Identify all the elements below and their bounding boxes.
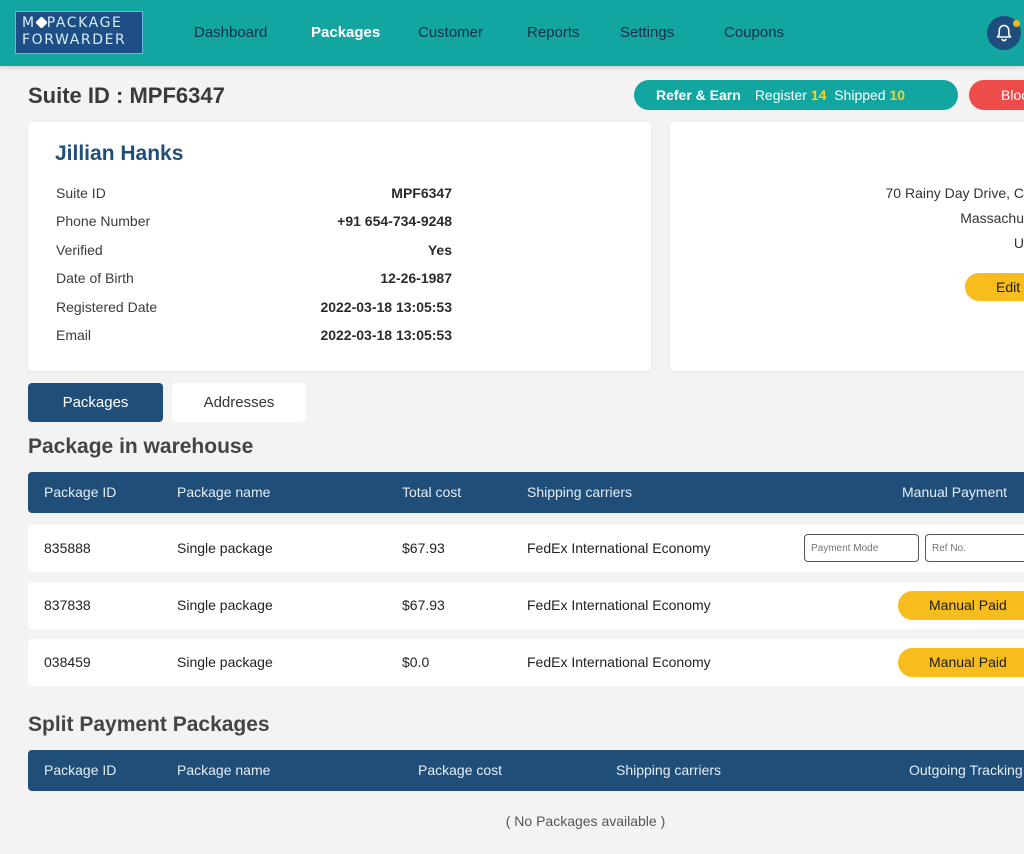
shipping-carrier: FedEx International Economy: [527, 597, 711, 613]
empty-state-message: ( No Packages available ): [505, 813, 666, 829]
info-row-suite-id: Suite ID MPF6347: [56, 185, 452, 205]
column-header: Package name: [177, 484, 271, 500]
package-id: 837838: [44, 597, 91, 613]
top-nav-bar: M PACKAGE FORWARDER Dashboard Packages Cu…: [0, 0, 1024, 66]
column-header: Package ID: [44, 484, 117, 500]
address-line-3: U: [1013, 235, 1024, 251]
edit-address-button[interactable]: Edit: [965, 273, 1024, 301]
total-cost: $0.0: [402, 654, 430, 670]
nav-reports[interactable]: Reports: [527, 24, 580, 41]
app-logo[interactable]: M PACKAGE FORWARDER: [15, 11, 143, 54]
tab-packages[interactable]: Packages: [28, 383, 163, 422]
column-header: Package ID: [44, 762, 117, 778]
table-row: 835888 Single package $67.93 FedEx Inter…: [28, 525, 1024, 572]
tab-addresses[interactable]: Addresses: [172, 383, 306, 422]
package-name: Single package: [177, 654, 273, 670]
logo-text: PACKAGE: [46, 15, 123, 31]
column-header: Package cost: [418, 762, 503, 778]
package-icon: [34, 16, 48, 29]
manual-paid-button[interactable]: Manual Paid: [898, 591, 1024, 620]
refer-earn-badge[interactable]: Refer & Earn Register 14 Shipped 10: [634, 80, 958, 110]
customer-name: Jillian Hanks: [55, 142, 184, 165]
info-value: Yes: [427, 242, 452, 258]
info-row-verified: Verified Yes: [56, 242, 452, 262]
nav-settings[interactable]: Settings: [620, 24, 674, 41]
info-row-registered-date: Registered Date 2022-03-18 13:05:53: [56, 299, 452, 319]
page-title: Suite ID : MPF6347: [28, 83, 225, 108]
ref-no-input[interactable]: [925, 534, 1024, 562]
bell-icon: [996, 24, 1012, 42]
warehouse-table-header: Package ID Package name Total cost Shipp…: [28, 472, 1024, 513]
info-label: Email: [56, 327, 92, 343]
info-value: +91 654-734-9248: [337, 213, 452, 229]
nav-customer[interactable]: Customer: [418, 24, 483, 41]
nav-coupons[interactable]: Coupons: [724, 24, 784, 41]
info-value: 2022-03-18 13:05:53: [320, 299, 452, 315]
package-name: Single package: [177, 540, 273, 556]
info-row-phone: Phone Number +91 654-734-9248: [56, 213, 452, 233]
customer-info-card: Jillian Hanks Suite ID MPF6347 Phone Num…: [28, 122, 651, 371]
info-label: Date of Birth: [56, 270, 134, 286]
info-label: Suite ID: [56, 185, 106, 201]
refer-earn-label: Refer & Earn: [656, 87, 741, 103]
warehouse-section-title: Package in warehouse: [28, 435, 254, 458]
register-label: Register: [754, 87, 807, 103]
column-header: Shipping carriers: [527, 484, 633, 500]
info-row-email: Email 2022-03-18 13:05:53: [56, 327, 452, 347]
block-button[interactable]: Block: [969, 80, 1024, 110]
info-value: 12-26-1987: [380, 270, 452, 286]
shipped-count: 10: [889, 87, 906, 103]
package-id: 835888: [44, 540, 91, 556]
manual-paid-button[interactable]: Manual Paid: [898, 648, 1024, 677]
info-label: Verified: [56, 242, 103, 258]
column-header: Manual Payment: [902, 484, 1008, 500]
total-cost: $67.93: [402, 540, 445, 556]
nav-dashboard[interactable]: Dashboard: [194, 24, 267, 41]
logo-text: M: [22, 15, 36, 31]
shipping-carrier: FedEx International Economy: [527, 540, 711, 556]
package-name: Single package: [177, 597, 273, 613]
logo-text: FORWARDER: [22, 32, 127, 48]
split-table-header: Package ID Package name Package cost Shi…: [28, 750, 1024, 791]
nav-packages[interactable]: Packages: [311, 24, 380, 41]
info-value: MPF6347: [391, 185, 452, 201]
payment-mode-input[interactable]: [804, 534, 919, 562]
column-header: Outgoing Tracking: [909, 762, 1023, 778]
split-section-title: Split Payment Packages: [28, 713, 270, 736]
table-row: 038459 Single package $0.0 FedEx Interna…: [28, 639, 1024, 686]
notification-button[interactable]: [987, 16, 1021, 50]
column-header: Shipping carriers: [616, 762, 722, 778]
info-label: Registered Date: [56, 299, 158, 315]
address-line-2: Massachu: [960, 210, 1024, 226]
address-card: 70 Rainy Day Drive, C Massachu U Edit: [670, 122, 1024, 371]
table-row: 837838 Single package $67.93 FedEx Inter…: [28, 582, 1024, 629]
notification-dot: [1013, 20, 1020, 27]
register-count: 14: [810, 87, 827, 103]
shipping-carrier: FedEx International Economy: [527, 654, 711, 670]
address-line-1: 70 Rainy Day Drive, C: [885, 185, 1024, 201]
info-value: 2022-03-18 13:05:53: [320, 327, 452, 343]
info-label: Phone Number: [56, 213, 151, 229]
column-header: Total cost: [402, 484, 462, 500]
shipped-label: Shipped: [834, 87, 886, 103]
total-cost: $67.93: [402, 597, 445, 613]
package-id: 038459: [44, 654, 91, 670]
info-row-dob: Date of Birth 12-26-1987: [56, 270, 452, 290]
column-header: Package name: [177, 762, 271, 778]
